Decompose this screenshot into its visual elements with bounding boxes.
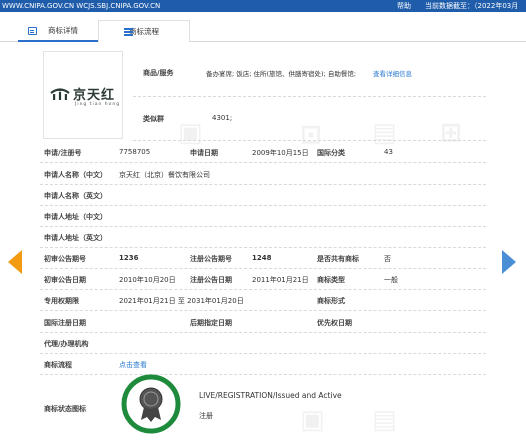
later-date-label: 后期指定日期 [190,319,232,327]
next-arrow-icon[interactable] [502,250,516,274]
watermark: ⊡ [300,120,322,150]
prelim-date-label: 初审公告日期 [44,276,86,284]
app-date-value: 2009年10月15日 [252,149,309,157]
site-url[interactable]: WWW.CNIPA.GOV.CN WCJS.SBJ.CNIPA.GOV.CN [2,0,160,12]
document-icon [28,27,37,35]
goods-services-value: 备办宴席; 饭店; 住所(旅馆、供膳寄宿处); 自助餐馆; [206,70,357,78]
divider [40,374,486,375]
tab-label: 商标详情 [48,26,78,35]
tm-form-label: 商标形式 [317,297,345,305]
watermark: ▣ [178,118,203,148]
watermark: ▤ [372,118,397,148]
trademark-image[interactable]: 京天红 Jing tian hong [43,51,123,139]
address-en-label: 申请人地址（英文） [44,234,107,242]
help-link[interactable]: 帮助 [397,0,411,12]
status-cn: 注册 [199,412,213,420]
applicant-cn-label: 申请人名称（中文） [44,171,107,179]
intl-class-value: 43 [384,148,393,156]
tab-bar: 商标详情 商标流程 [0,20,526,42]
registered-seal-icon [121,374,181,434]
status-en: LIVE/REGISTRATION/Issued and Active [199,391,342,400]
prelim-date-value: 2010年10月20日 [119,276,176,284]
top-bar: WWW.CNIPA.GOV.CN WCJS.SBJ.CNIPA.GOV.CN 帮… [0,0,526,22]
tm-type-value: 一般 [384,276,398,284]
divider [40,205,486,206]
prelim-no-label: 初审公告期号 [44,255,86,263]
applicant-cn-value: 京天红（北京）餐饮有限公司 [119,171,210,179]
trademark-logo-subtext: Jing tian hong [75,102,121,107]
divider [40,184,486,185]
reg-pub-date-value: 2011年01月21日 [252,276,309,284]
app-date-label: 申请日期 [190,149,218,157]
exclusive-label: 专用权期限 [44,297,79,305]
intl-class-label: 国际分类 [317,149,345,157]
reg-pub-no-value: 1248 [252,254,272,262]
similar-group-value: 4301; [212,114,233,122]
goods-services-label: 商品/服务 [143,69,174,77]
shared-value: 否 [384,255,391,263]
watermark: ▣ [300,405,325,435]
list-icon [124,28,133,36]
reg-pub-date-label: 注册公告日期 [190,276,232,284]
watermark: ⊞ [440,118,462,148]
priority-date-label: 优先权日期 [317,319,352,327]
divider [40,226,486,227]
divider [133,140,486,141]
tm-type-label: 商标类型 [317,276,345,284]
reg-pub-no-label: 注册公告期号 [190,255,232,263]
flow-view-link[interactable]: 点击查看 [119,360,147,370]
address-cn-label: 申请人地址（中文） [44,213,107,221]
reg-no-label: 申请/注册号 [44,149,82,157]
divider [40,332,486,333]
prev-arrow-icon[interactable] [8,250,22,274]
divider [40,289,486,290]
divider [40,310,486,311]
agent-label: 代理/办理机构 [44,340,89,348]
trademark-logo-text: 京天红 [73,88,116,103]
divider [40,162,486,163]
tab-label: 商标流程 [129,27,159,36]
tab-trademark-detail[interactable]: 商标详情 [18,20,98,42]
divider [40,268,486,269]
watermark: ▤ [372,405,397,435]
divider [133,96,486,97]
divider [40,247,486,248]
prelim-no-value: 1236 [119,254,139,262]
intl-reg-date-label: 国际注册日期 [44,319,86,327]
exclusive-value: 2021年01月21日 至 2031年01月20日 [119,297,244,305]
divider [40,353,486,354]
trademark-logo-mark [50,88,70,100]
flow-label: 商标流程 [44,361,72,369]
view-details-link[interactable]: 查看详细信息 [373,68,412,78]
shared-label: 是否共有商标 [317,255,359,263]
applicant-en-label: 申请人名称（英文） [44,192,107,200]
reg-no-value: 7758705 [119,148,151,156]
similar-group-label: 类似群 [143,115,164,123]
status-label: 商标状态图标 [44,405,86,413]
tab-trademark-flow[interactable]: 商标流程 [98,20,190,42]
